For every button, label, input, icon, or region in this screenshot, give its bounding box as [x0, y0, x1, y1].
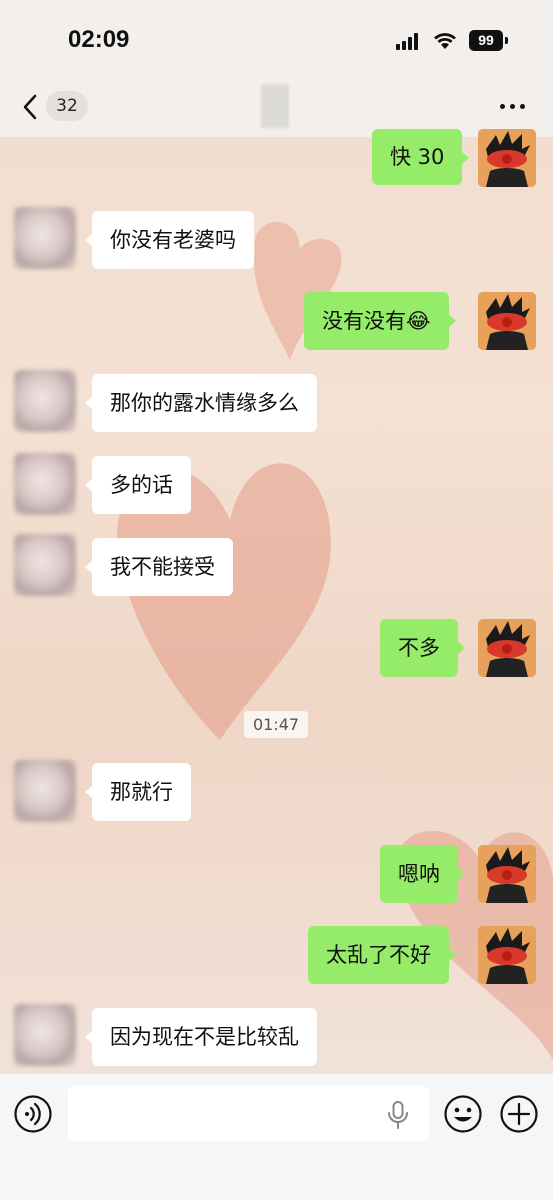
- my-avatar[interactable]: [478, 129, 536, 187]
- contact-avatar[interactable]: [14, 760, 76, 822]
- contact-avatar[interactable]: [14, 370, 76, 432]
- avatar-cartoon-icon: [478, 926, 536, 984]
- my-avatar[interactable]: [478, 845, 536, 903]
- plus-icon[interactable]: [499, 1094, 539, 1134]
- battery-indicator: 99: [469, 30, 508, 51]
- my-avatar[interactable]: [478, 926, 536, 984]
- avatar-cartoon-icon: [478, 845, 536, 903]
- cellular-signal-icon: [396, 32, 422, 50]
- input-bar: [0, 1073, 553, 1200]
- incoming-message[interactable]: 那你的露水情缘多么: [85, 374, 317, 432]
- microphone-icon[interactable]: [385, 1101, 411, 1129]
- outgoing-message[interactable]: 快 30: [372, 129, 470, 185]
- voice-mode-icon[interactable]: [13, 1094, 53, 1134]
- contact-avatar[interactable]: [14, 453, 76, 515]
- avatar-cartoon-icon: [478, 292, 536, 350]
- avatar-cartoon-icon: [478, 129, 536, 187]
- incoming-message[interactable]: 多的话: [85, 456, 191, 514]
- contact-avatar[interactable]: [14, 534, 76, 596]
- outgoing-message[interactable]: 不多: [380, 619, 465, 677]
- incoming-message[interactable]: 因为现在不是比较乱: [85, 1008, 317, 1066]
- more-icon[interactable]: [500, 104, 528, 112]
- outgoing-message[interactable]: 没有没有😂: [304, 292, 456, 350]
- avatar-cartoon-icon: [478, 619, 536, 677]
- status-time: 02:09: [68, 26, 130, 53]
- contact-avatar[interactable]: [14, 207, 76, 269]
- chat-timestamp: 01:47: [244, 711, 308, 738]
- chat-header: 32: [0, 80, 553, 137]
- incoming-message[interactable]: 你没有老婆吗: [85, 211, 254, 269]
- emoji-icon[interactable]: [443, 1094, 483, 1134]
- chevron-left-icon[interactable]: [20, 93, 42, 121]
- my-avatar[interactable]: [478, 619, 536, 677]
- unread-count-badge[interactable]: 32: [46, 91, 88, 121]
- outgoing-message[interactable]: 嗯呐: [380, 845, 465, 903]
- incoming-message[interactable]: 我不能接受: [85, 538, 233, 596]
- contact-avatar[interactable]: [14, 1004, 76, 1066]
- outgoing-message[interactable]: 太乱了不好: [308, 926, 456, 984]
- incoming-message[interactable]: 那就行: [85, 763, 191, 821]
- contact-name-redacted: [262, 84, 288, 128]
- my-avatar[interactable]: [478, 292, 536, 350]
- wifi-icon: [434, 33, 456, 49]
- status-bar: 02:09 99: [0, 0, 553, 80]
- message-input[interactable]: [68, 1086, 429, 1141]
